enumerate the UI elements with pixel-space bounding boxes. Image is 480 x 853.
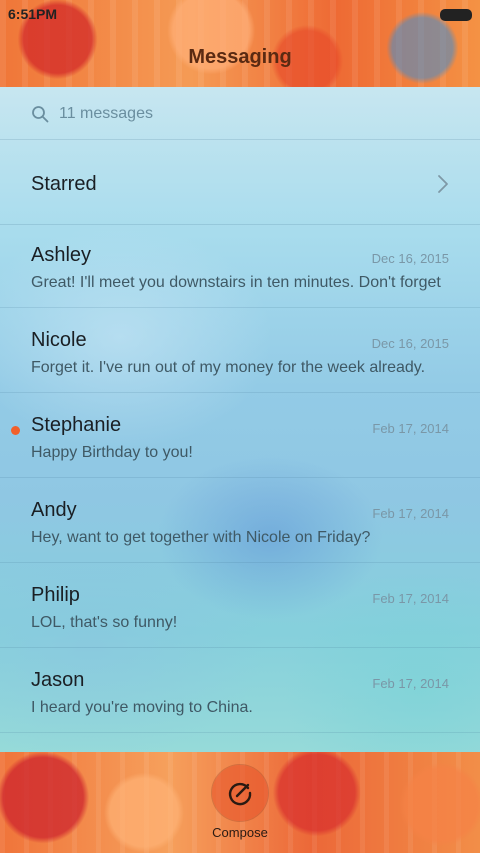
sender-name: Stephanie	[31, 414, 122, 436]
search-input[interactable]: 11 messages	[59, 105, 153, 123]
message-preview: Great! I'll meet you downstairs in ten m…	[31, 274, 441, 291]
message-date: Dec 16, 2015	[371, 251, 449, 266]
sender-name: Philip	[31, 584, 80, 606]
message-date: Feb 17, 2014	[372, 421, 449, 436]
search-bar[interactable]: 11 messages	[0, 87, 480, 140]
list-item[interactable]: Stephanie Feb 17, 2014 Happy Birthday to…	[0, 394, 480, 478]
compose-icon	[228, 782, 252, 806]
status-bar: 6:51PM	[0, 0, 480, 28]
message-date: Dec 16, 2015	[371, 336, 449, 351]
message-date: Feb 17, 2014	[372, 676, 449, 691]
message-preview: Happy Birthday to you!	[31, 444, 193, 461]
message-list: Ashley Dec 16, 2015 Great! I'll meet you…	[0, 224, 480, 734]
battery-icon	[440, 9, 472, 21]
message-preview: Hey, want to get together with Nicole on…	[31, 529, 371, 546]
sender-name: Jason	[31, 669, 85, 691]
status-time: 6:51PM	[8, 6, 58, 22]
chevron-right-icon	[438, 175, 448, 193]
message-preview: LOL, that's so funny!	[31, 614, 178, 631]
compose-label: Compose	[212, 825, 268, 840]
message-preview: Forget it. I've run out of my money for …	[31, 359, 426, 376]
unread-indicator	[11, 426, 20, 435]
message-preview: I heard you're moving to China.	[31, 699, 253, 716]
search-icon	[32, 106, 49, 123]
list-item[interactable]: Andy Feb 17, 2014 Hey, want to get toget…	[0, 479, 480, 563]
sender-name: Nicole	[31, 329, 87, 351]
sender-name: Ashley	[31, 244, 92, 266]
list-item[interactable]: Philip Feb 17, 2014 LOL, that's so funny…	[0, 564, 480, 648]
list-item[interactable]: Jason Feb 17, 2014 I heard you're moving…	[0, 649, 480, 733]
page-title: Messaging	[188, 46, 292, 68]
list-item[interactable]: Nicole Dec 16, 2015 Forget it. I've run …	[0, 309, 480, 393]
message-date: Feb 17, 2014	[372, 591, 449, 606]
message-date: Feb 17, 2014	[372, 506, 449, 521]
starred-item[interactable]: Starred	[0, 140, 480, 225]
message-panel: 11 messages Starred Ashley Dec 16, 2015 …	[0, 87, 480, 752]
list-item[interactable]: Ashley Dec 16, 2015 Great! I'll meet you…	[0, 224, 480, 308]
compose-button[interactable]	[212, 765, 268, 821]
starred-label: Starred	[31, 173, 97, 195]
sender-name: Andy	[31, 499, 77, 521]
